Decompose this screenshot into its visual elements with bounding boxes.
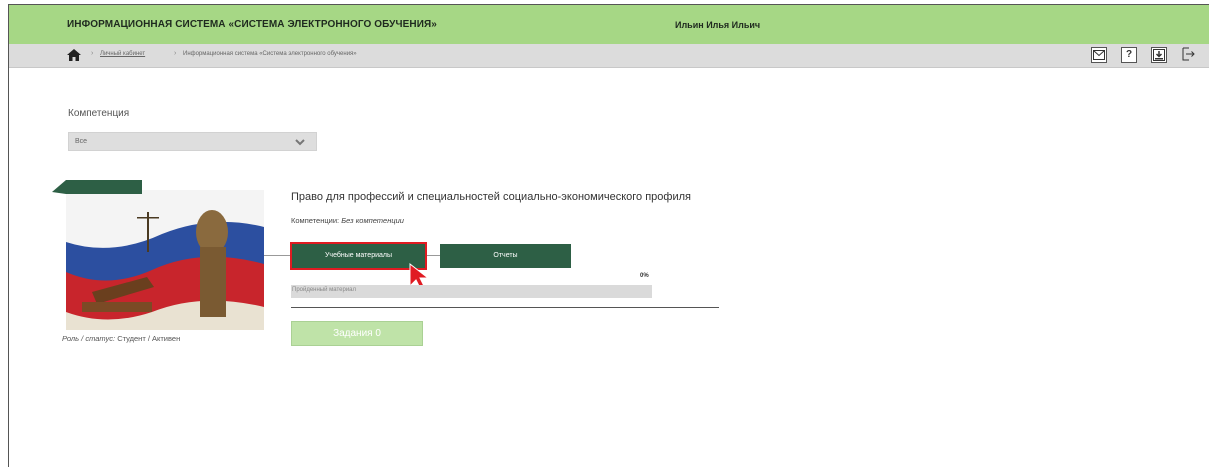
competence-select[interactable]: Все bbox=[68, 132, 317, 151]
user-name[interactable]: Ильин Илья Ильич bbox=[675, 20, 760, 30]
breadcrumb-separator: › bbox=[91, 50, 94, 57]
connector-line bbox=[427, 255, 440, 256]
help-icon: ? bbox=[1125, 49, 1133, 60]
breadcrumb-current: Информационная система «Система электрон… bbox=[183, 51, 357, 57]
competence-filter-label: Компетенция bbox=[68, 108, 130, 119]
course-title[interactable]: Право для профессий и специальностей соц… bbox=[291, 191, 691, 203]
mail-button[interactable] bbox=[1091, 47, 1107, 63]
chevron-down-icon bbox=[295, 139, 305, 146]
mail-icon bbox=[1093, 50, 1105, 60]
home-icon[interactable] bbox=[67, 49, 81, 61]
progress-label: Пройденный материал bbox=[292, 287, 357, 293]
competence-select-value: Все bbox=[75, 138, 88, 145]
system-title: ИНФОРМАЦИОННАЯ СИСТЕМА «СИСТЕМА ЭЛЕКТРОН… bbox=[67, 19, 437, 30]
breadcrumb: › Личный кабинет › Информационная систем… bbox=[9, 44, 1209, 68]
breadcrumb-separator: › bbox=[174, 50, 177, 57]
course-cover-image[interactable] bbox=[52, 172, 264, 330]
learning-materials-button[interactable]: Учебные материалы bbox=[290, 242, 427, 270]
course-competence: Компетенции: Без компетенции bbox=[291, 216, 404, 225]
reports-button[interactable]: Отчеты bbox=[440, 244, 571, 268]
role-status-prefix: Роль / статус: bbox=[62, 334, 118, 343]
connector-line bbox=[264, 255, 291, 256]
progress-percent: 0% bbox=[640, 273, 649, 279]
logout-button[interactable] bbox=[1181, 47, 1197, 63]
top-header: ИНФОРМАЦИОННАЯ СИСТЕМА «СИСТЕМА ЭЛЕКТРОН… bbox=[9, 5, 1209, 44]
logout-icon bbox=[1182, 47, 1195, 61]
tasks-button[interactable]: Задания 0 bbox=[291, 321, 423, 346]
download-icon bbox=[1153, 49, 1165, 61]
divider bbox=[291, 307, 719, 308]
download-button[interactable] bbox=[1151, 47, 1167, 63]
role-status-value: Студент / Активен bbox=[117, 334, 181, 343]
help-button[interactable]: ? bbox=[1121, 47, 1137, 63]
breadcrumb-personal-cabinet[interactable]: Личный кабинет bbox=[100, 51, 145, 57]
competence-value: Без компетенции bbox=[341, 216, 404, 225]
role-status: Роль / статус: Студент / Активен bbox=[62, 334, 180, 343]
competence-prefix: Компетенции: bbox=[291, 216, 342, 225]
